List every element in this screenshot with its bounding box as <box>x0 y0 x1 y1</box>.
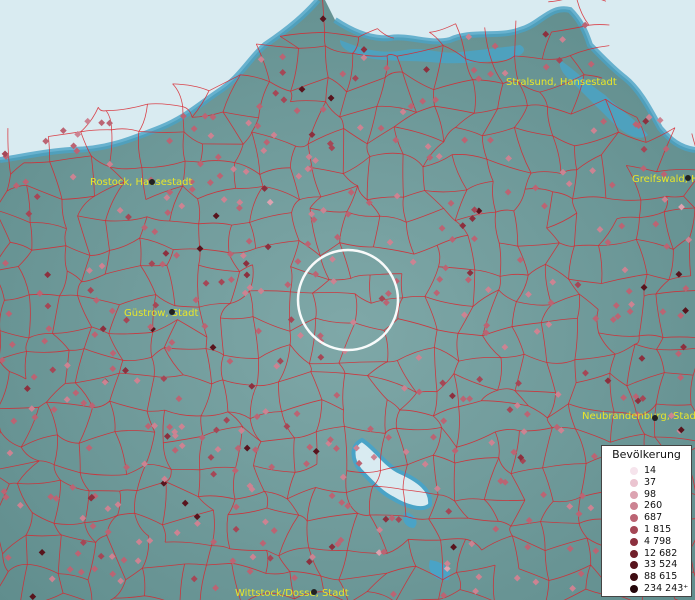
legend-item: 12 682 <box>602 548 692 560</box>
legend-label: 14 <box>644 465 657 476</box>
legend-title: Bevölkerung <box>612 448 681 461</box>
legend-swatch <box>630 502 638 511</box>
population-legend: Bevölkerung 14 37 98 260 687 1 815 4 798 12 682… <box>601 445 692 597</box>
legend-label: 687 <box>644 512 663 524</box>
legend-label: 98 <box>644 488 657 500</box>
legend-swatch <box>630 514 638 523</box>
legend-swatch <box>630 561 638 570</box>
city-label-wittstock[interactable]: Wittstock/Dosse, Stadt <box>235 588 349 599</box>
legend-item: 1 815 <box>602 524 692 536</box>
legend-label: 4 798 <box>644 535 672 547</box>
legend-item: 234 243⁺ <box>602 583 692 595</box>
legend-item: 260 <box>602 500 692 512</box>
legend-item: 33 524 <box>602 559 692 571</box>
legend-swatch <box>630 549 638 558</box>
legend-item: 687 <box>602 512 692 524</box>
city-marker-rostock <box>149 179 155 185</box>
legend-label: 37 <box>644 476 657 488</box>
city-marker-wittstock <box>311 589 317 595</box>
legend-item: 37 <box>602 477 692 489</box>
legend-swatch <box>630 585 638 593</box>
legend-label: 234 243⁺ <box>644 583 689 594</box>
legend-item: 98 <box>602 489 692 501</box>
legend-label: 1 815 <box>644 524 672 535</box>
legend-swatch <box>630 490 638 499</box>
legend-item: 14 <box>602 465 692 477</box>
city-marker-guestrow <box>169 309 175 315</box>
city-label-neubrandenburg[interactable]: Neubrandenburg, Stadt <box>582 411 695 422</box>
legend-label: 260 <box>644 500 663 512</box>
city-label-guestrow[interactable]: Güstrow, Stadt <box>124 308 199 319</box>
legend-item: 88 615 <box>602 571 692 583</box>
legend-swatch <box>630 478 638 487</box>
legend-swatch <box>630 573 638 582</box>
legend-label: 88 615 <box>644 571 678 583</box>
legend-swatch <box>630 526 638 534</box>
city-label-stralsund[interactable]: Stralsund, Hansestadt <box>506 77 617 88</box>
legend-item: 4 798 <box>602 536 692 548</box>
legend-label: 33 524 <box>644 559 678 571</box>
city-marker-greifswald <box>685 175 691 181</box>
legend-label: 12 682 <box>644 547 678 559</box>
city-marker-neubrandenburg <box>652 415 658 421</box>
legend-swatch <box>630 537 638 546</box>
city-label-rostock[interactable]: Rostock, Hansestadt <box>90 177 192 188</box>
map-canvas[interactable]: Rostock, Hansestadt Stralsund, Hansestad… <box>0 0 695 600</box>
legend-swatch <box>630 467 638 475</box>
